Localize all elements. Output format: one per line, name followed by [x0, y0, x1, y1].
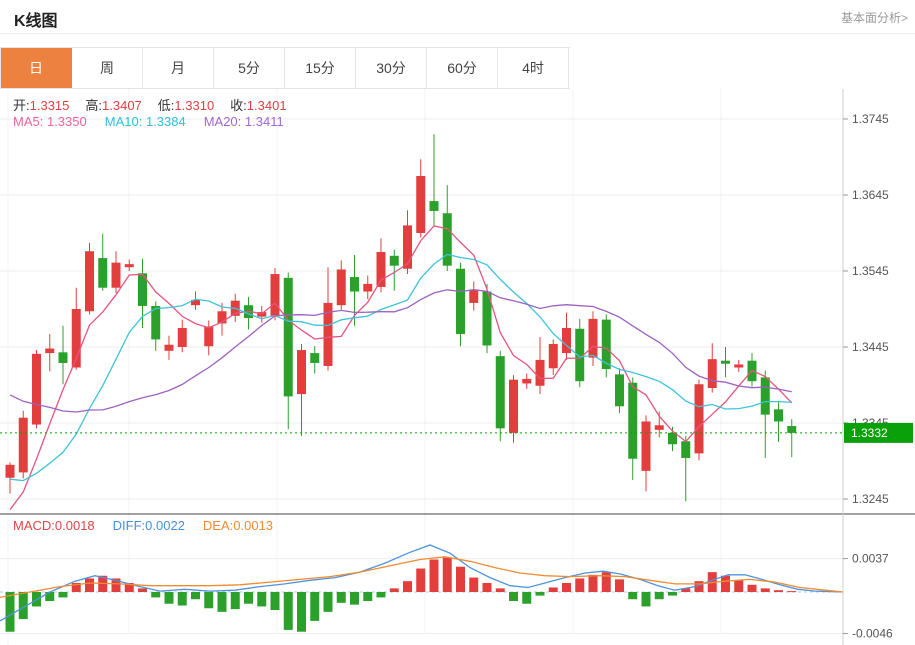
diff-value: 0.0022 [145, 518, 185, 533]
diff-label: DIFF: [113, 518, 146, 533]
last-price-tag: 1.3332 [0, 423, 913, 443]
last-price-label: 1.3332 [851, 426, 888, 440]
kline-chart: 1.37451.36451.35451.34451.33451.32450.00… [0, 89, 915, 645]
price-tick-label: 1.3645 [852, 188, 889, 202]
price-tick-label: 1.3445 [852, 340, 889, 354]
ma5-label: MA5: [13, 114, 43, 129]
tab-30min[interactable]: 30分 [356, 48, 427, 88]
ma20-label: MA20: [204, 114, 242, 129]
low-label: 低: [158, 98, 175, 113]
price-tick-label: 1.3745 [852, 112, 889, 126]
macd-layer [0, 545, 843, 632]
close-label: 收: [230, 98, 247, 113]
diff-readout: DIFF:0.0022 [113, 518, 185, 533]
page-header: K线图 基本面分析> [0, 0, 915, 34]
tab-month[interactable]: 月 [143, 48, 214, 88]
dea-label: DEA: [203, 518, 233, 533]
high-label: 高: [85, 98, 102, 113]
tab-4hour[interactable]: 4时 [498, 48, 569, 88]
macd-tick-label: 0.0037 [852, 552, 889, 566]
ma-info-bar: MA5: 1.3350 MA10: 1.3384 MA20: 1.3411 [13, 114, 284, 129]
ma-lines-layer [10, 226, 792, 510]
macd-readout: MACD:0.0018 [13, 518, 95, 533]
ma5-value: 1.3350 [47, 114, 87, 129]
tab-day[interactable]: 日 [1, 48, 72, 88]
price-tick-label: 1.3545 [852, 264, 889, 278]
tab-15min[interactable]: 15分 [285, 48, 356, 88]
ma10-readout: MA10: 1.3384 [105, 114, 186, 129]
high-value: 1.3407 [102, 98, 142, 113]
dea-readout: DEA:0.0013 [203, 518, 273, 533]
ma20-readout: MA20: 1.3411 [204, 114, 284, 129]
low-value: 1.3310 [174, 98, 214, 113]
macd-tick-label: -0.0046 [852, 627, 893, 641]
macd-label: MACD: [13, 518, 55, 533]
grid-layer [0, 89, 915, 645]
close-value: 1.3401 [247, 98, 287, 113]
price-tick-label: 1.3245 [852, 492, 889, 506]
tab-week[interactable]: 周 [72, 48, 143, 88]
ma20-value: 1.3411 [245, 114, 284, 129]
ma10-label: MA10: [105, 114, 143, 129]
macd-value: 0.0018 [55, 518, 95, 533]
axis-layer: 1.37451.36451.35451.34451.33451.32450.00… [843, 89, 893, 645]
ma5-readout: MA5: 1.3350 [13, 114, 87, 129]
open-value: 1.3315 [30, 98, 70, 113]
dea-value: 0.0013 [233, 518, 273, 533]
candles-layer [6, 134, 797, 501]
fundamental-analysis-link[interactable]: 基本面分析> [841, 9, 908, 26]
macd-info-bar: MACD:0.0018 DIFF:0.0022 DEA:0.0013 [13, 518, 273, 533]
interval-tabs: 日周月5分15分30分60分4时 [0, 47, 570, 89]
tab-5min[interactable]: 5分 [214, 48, 285, 88]
ma10-value: 1.3384 [146, 114, 186, 129]
open-label: 开: [13, 98, 30, 113]
kline-chart-canvas[interactable]: 1.37451.36451.35451.34451.33451.32450.00… [0, 89, 915, 645]
ohlc-info-bar: 开:1.3315 高:1.3407 低:1.3310 收:1.3401 [13, 95, 303, 114]
page-title: K线图 [14, 7, 58, 31]
tab-60min[interactable]: 60分 [427, 48, 498, 88]
